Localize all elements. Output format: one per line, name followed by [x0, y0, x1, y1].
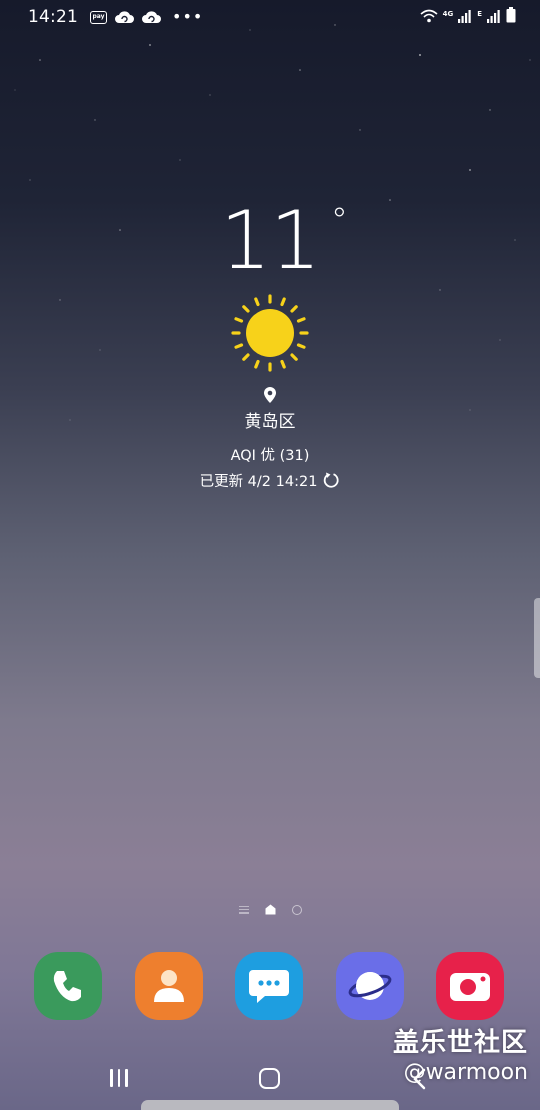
home-icon[interactable]: [259, 1068, 280, 1089]
temperature-display: 11 °: [220, 194, 348, 287]
messages-app[interactable]: [235, 952, 303, 1020]
location-name: 黄岛区: [244, 412, 296, 432]
weather-widget[interactable]: 11 ° 黄岛区 AQI 优 (31) 已更新 4/2 14:21: [0, 195, 540, 491]
recents-icon[interactable]: [110, 1069, 128, 1087]
cloud-sync-icon: [141, 10, 161, 24]
dot-indicator[interactable]: [291, 904, 302, 915]
camera-icon: [450, 973, 490, 1001]
notification-icons: pay •••: [90, 9, 203, 25]
bottom-handle: [141, 1100, 399, 1110]
app-dock: [0, 952, 540, 1022]
navigation-bar: [0, 1056, 540, 1102]
internet-icon: [348, 972, 392, 1000]
signal-e-icon: [487, 8, 501, 27]
contacts-app[interactable]: [135, 952, 203, 1020]
lines-indicator[interactable]: [238, 905, 249, 914]
battery-icon: [506, 7, 516, 27]
temperature: 11: [220, 194, 321, 287]
sun-icon: [231, 294, 309, 372]
wifi-icon: [420, 8, 438, 27]
system-icons: 4G E: [420, 7, 516, 27]
phone-icon: [53, 971, 81, 1002]
aqi-text: AQI 优 (31): [230, 448, 310, 464]
updated-text: 已更新 4/2 14:21: [199, 474, 318, 490]
more-dots-icon: •••: [172, 7, 204, 26]
status-bar: 14:21 pay ••• 4G E: [0, 0, 540, 34]
home-indicator[interactable]: [265, 904, 276, 915]
page-indicator: [0, 904, 540, 915]
camera-app[interactable]: [436, 952, 504, 1020]
network-e-label: E: [477, 9, 482, 18]
network-4g-label: 4G: [442, 9, 454, 18]
updated-row: 已更新 4/2 14:21: [0, 470, 540, 491]
status-time: 14:21: [28, 7, 78, 27]
degree-symbol: °: [330, 201, 348, 241]
messages-icon: [249, 970, 289, 1003]
internet-app[interactable]: [336, 952, 404, 1020]
refresh-icon[interactable]: [323, 472, 340, 489]
edge-panel-handle[interactable]: [534, 598, 540, 678]
contacts-icon: [154, 970, 184, 1002]
cloud-sync-icon: [114, 10, 134, 24]
pay-icon: pay: [90, 10, 107, 24]
watermark-title: 盖乐世社区: [392, 1028, 528, 1058]
signal-4g-icon: [458, 8, 472, 27]
back-icon[interactable]: [412, 1068, 426, 1090]
location-pin-icon: [264, 387, 276, 403]
phone-app[interactable]: [34, 952, 102, 1020]
